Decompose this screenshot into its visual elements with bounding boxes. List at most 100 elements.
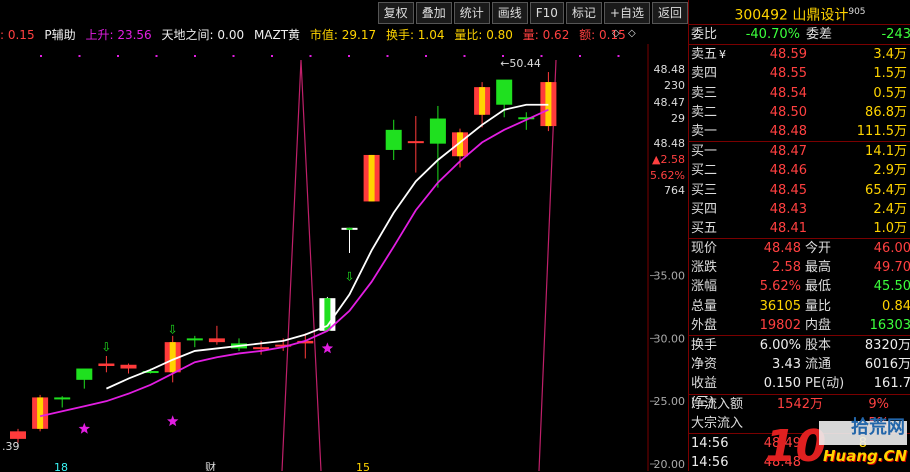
flow-row: 净流入额 1542万 9% bbox=[689, 395, 910, 414]
stock-header: 300492 山鼎设计905 bbox=[689, 0, 910, 25]
svg-text:10: 10 bbox=[765, 421, 826, 467]
candle[interactable] bbox=[120, 363, 137, 374]
candle[interactable] bbox=[98, 355, 115, 373]
bid-row: 买五 48.41 1.0万 bbox=[689, 219, 910, 238]
stat-value-2: 16303 bbox=[869, 317, 910, 333]
add-watchlist-button[interactable]: +自选 bbox=[603, 2, 650, 24]
stat-value-2: 49.70 bbox=[873, 260, 910, 276]
candle[interactable] bbox=[385, 119, 402, 160]
candle[interactable] bbox=[540, 72, 557, 132]
stat-value-2: 46.00 bbox=[873, 241, 910, 257]
ask-label: 卖一 bbox=[691, 123, 718, 139]
fund-label: 净资 bbox=[691, 357, 718, 373]
bid-price: 48.43 bbox=[769, 201, 807, 217]
rise-label: 上升: 23.56 bbox=[85, 28, 152, 42]
candle[interactable] bbox=[518, 112, 535, 130]
candle-body bbox=[98, 363, 115, 367]
signal-dot bbox=[117, 55, 119, 57]
axis-inner-label: 48.48 bbox=[654, 63, 686, 76]
candle[interactable] bbox=[429, 105, 446, 188]
stat-value-2: 45.50 bbox=[873, 279, 910, 295]
draw-line-button[interactable]: 画线 bbox=[491, 2, 528, 24]
candle-body bbox=[208, 338, 225, 343]
ask-price: 48.48 bbox=[769, 123, 807, 139]
stat-label: 总量 bbox=[691, 298, 718, 314]
indicator-line: : 0.15 P辅助 上升: 23.56 天地之间: 0.00 MAZT黄 市值… bbox=[0, 26, 688, 42]
stat-label: 涨跌 bbox=[691, 260, 718, 276]
stats-block-1: 现价 48.48 今开 46.00 涨跌 2.58 最高 49.70 涨幅 5.62% 最低 45.5… bbox=[689, 239, 910, 336]
volume-spike-line bbox=[281, 59, 322, 471]
quote-panel: 300492 山鼎设计905 委比 -40.70% 委差 -243 卖五 ¥48.… bbox=[688, 0, 910, 471]
signal-dot bbox=[348, 55, 350, 57]
stat-label-2: 最低 bbox=[805, 279, 832, 295]
stat-label-2: 内盘 bbox=[805, 317, 832, 333]
market-cap-label: 市值: 29.17 bbox=[309, 28, 377, 42]
stat-value-2: 0.84 bbox=[882, 298, 910, 314]
candlestick-chart[interactable]: ⇩ ⇩ ⇩ ←50.44 35.00 30.00 25.00 20.00 48.48 230 48… bbox=[0, 44, 688, 471]
stat-label: 涨幅 bbox=[691, 279, 718, 295]
fund-row: 净资 3.43 流通 6016万 bbox=[689, 355, 910, 374]
candle-body bbox=[385, 129, 402, 150]
stock-sup: 905 bbox=[848, 7, 866, 17]
bid-volume: 65.4万 bbox=[865, 182, 907, 198]
candle[interactable] bbox=[496, 79, 513, 118]
candle-body-stripe bbox=[479, 87, 486, 115]
stat-value: 48.48 bbox=[763, 241, 801, 257]
fuquan-button[interactable]: 复权 bbox=[377, 2, 414, 24]
ask-label: 卖三 bbox=[691, 85, 718, 101]
fund-label-2: 股本 bbox=[805, 338, 832, 353]
bid-label: 买三 bbox=[691, 182, 718, 198]
candle[interactable] bbox=[54, 396, 71, 408]
indicator-prefix: : 0.15 bbox=[0, 28, 35, 42]
candle-body bbox=[496, 79, 513, 105]
signal-dot bbox=[194, 55, 196, 57]
signal-dot bbox=[617, 55, 620, 57]
f10-button[interactable]: F10 bbox=[529, 2, 564, 24]
axis-inner-label: 764 bbox=[664, 184, 685, 197]
signal-dot bbox=[502, 55, 504, 57]
flow-label: 大宗流入 bbox=[691, 415, 744, 431]
ask-volume: 111.5万 bbox=[856, 123, 907, 139]
weicha-value: -243 bbox=[881, 27, 910, 42]
candle[interactable] bbox=[363, 154, 380, 202]
bid-price: 48.41 bbox=[769, 220, 807, 236]
stat-row: 现价 48.48 今开 46.00 bbox=[689, 239, 910, 258]
signal-dot bbox=[579, 55, 581, 57]
stats-button[interactable]: 统计 bbox=[453, 2, 490, 24]
candle[interactable] bbox=[407, 116, 424, 173]
candle-body bbox=[186, 338, 203, 341]
fund-label: 换手 bbox=[691, 338, 718, 353]
bid-volume: 2.9万 bbox=[873, 163, 907, 179]
signal-dot bbox=[540, 55, 543, 57]
down-arrow-marker: ⇩ bbox=[101, 340, 111, 354]
stat-row: 总量 36105 量比 0.84 bbox=[689, 297, 910, 316]
signal-dot bbox=[40, 55, 42, 57]
tick-time: 14:56 bbox=[691, 435, 729, 451]
candle[interactable] bbox=[186, 335, 203, 348]
bid-price: 48.45 bbox=[769, 182, 807, 198]
overlay-button[interactable]: 叠加 bbox=[415, 2, 452, 24]
candle-body bbox=[429, 118, 446, 144]
collapse-up-icon[interactable]: ◇ bbox=[612, 28, 624, 40]
bottom-label: 财 bbox=[205, 460, 216, 471]
fund-value-2: 6016万 bbox=[864, 357, 910, 373]
candle-body-stripe bbox=[169, 342, 176, 373]
tiandi-label: 天地之间: 0.00 bbox=[161, 28, 245, 42]
candle[interactable] bbox=[208, 325, 225, 345]
collapse-right-icon[interactable]: ◇ bbox=[628, 28, 640, 40]
candle[interactable] bbox=[76, 368, 93, 389]
ask-price: 48.50 bbox=[769, 104, 807, 120]
back-button[interactable]: 返回 bbox=[651, 2, 688, 24]
signal-dot bbox=[425, 55, 427, 57]
fund-row: 收益(三) 0.150 PE(动) 161.7 bbox=[689, 374, 910, 410]
candle[interactable] bbox=[341, 227, 358, 253]
buy-star-marker bbox=[321, 342, 334, 354]
bid-volume: 1.0万 bbox=[873, 220, 907, 236]
fund-value: 6.00% bbox=[759, 338, 801, 353]
signal-dot bbox=[155, 55, 158, 57]
candle[interactable] bbox=[32, 394, 49, 432]
candle-body bbox=[54, 397, 71, 400]
fund-value-2: 8320万 bbox=[864, 338, 910, 353]
mark-button[interactable]: 标记 bbox=[565, 2, 602, 24]
ask-row: 卖四 48.55 1.5万 bbox=[689, 64, 910, 83]
